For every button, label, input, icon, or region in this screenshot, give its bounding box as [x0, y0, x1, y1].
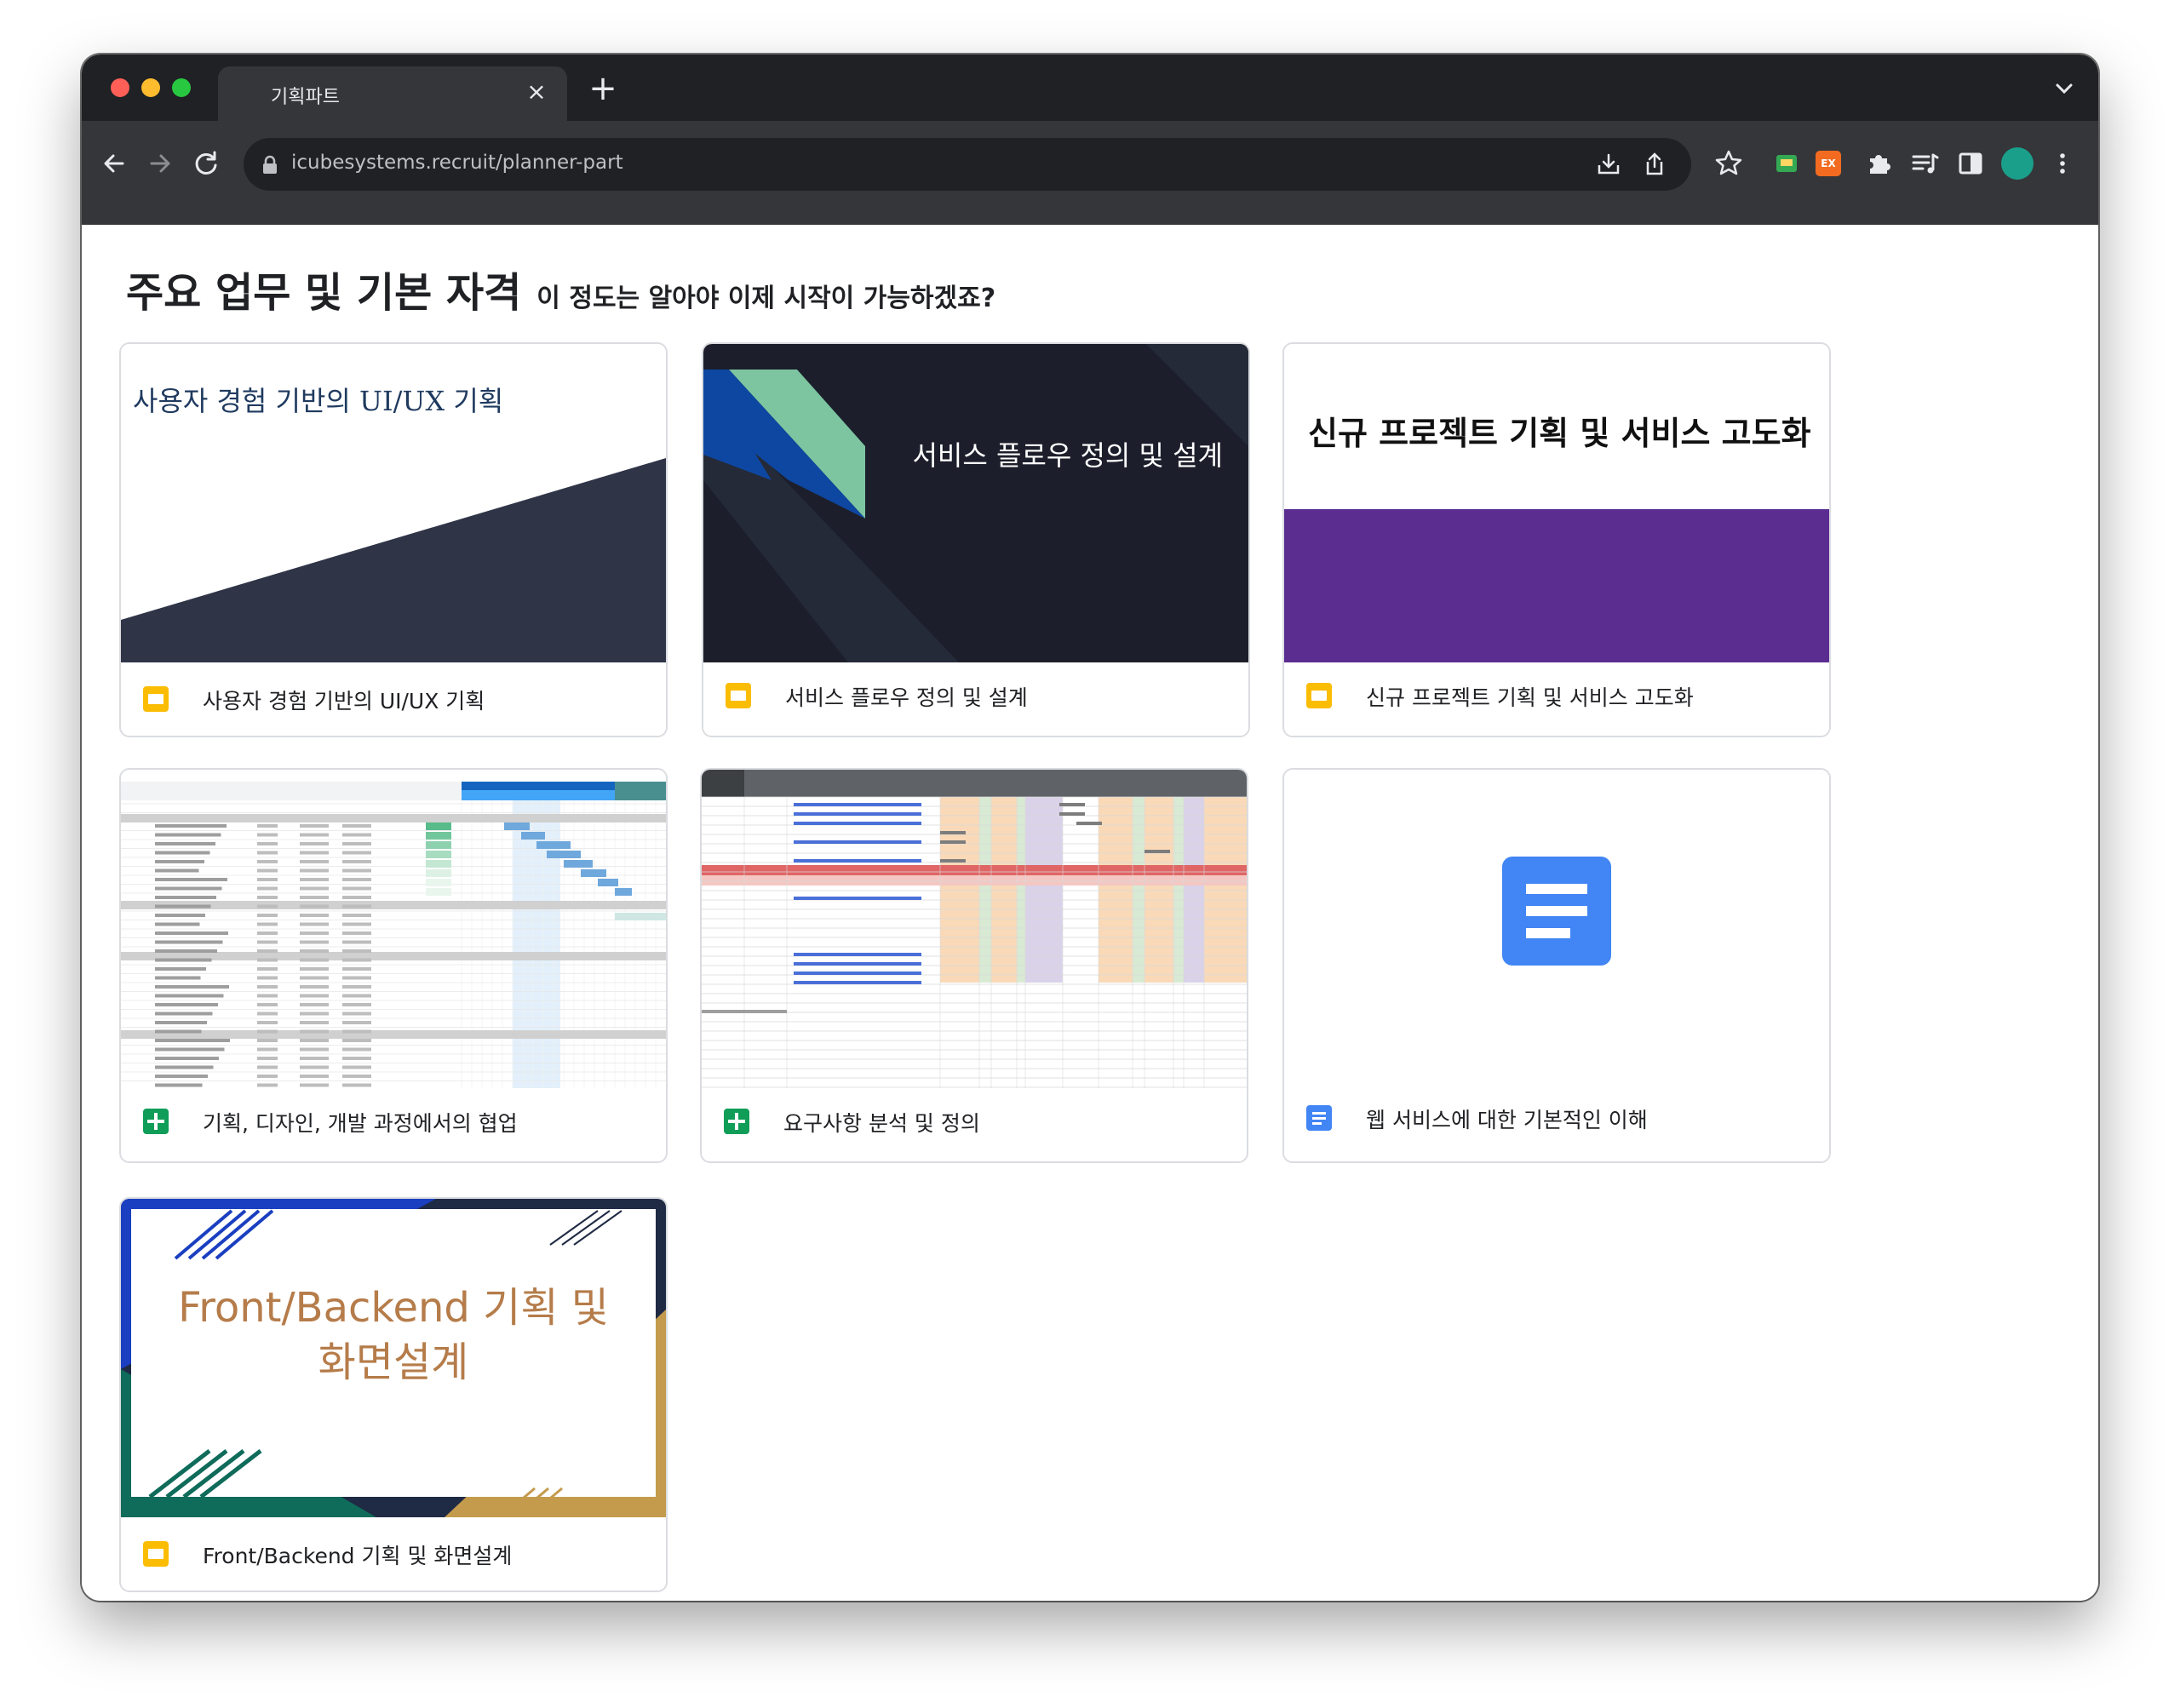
card-label: 웹 서비스에 대한 기본적인 이해: [1366, 1108, 1648, 1132]
sheet-thumbnail-graphic: [702, 770, 1247, 1088]
card-thumbnail: 신규 프로젝트 기획 및 서비스 고도화: [1284, 344, 1829, 662]
thumbnail-title: 신규 프로젝트 기획 및 서비스 고도화: [1308, 415, 1811, 452]
thumbnail-title: 서비스 플로우 정의 및 설계: [912, 439, 1223, 472]
card-new-project[interactable]: 신규 프로젝트 기획 및 서비스 고도화 신규 프로젝트 기획 및 서비스 고도…: [1282, 342, 1831, 737]
card-label: 사용자 경험 기반의 UI/UX 기획: [203, 689, 485, 714]
slide-thumbnail-graphic: [1284, 344, 1829, 662]
card-thumbnail: [1284, 770, 1829, 1088]
browser-window: 기획파트 × + icubesystems.recruit/planner-pa…: [82, 54, 2098, 1601]
more-menu-icon[interactable]: [2045, 146, 2080, 181]
sheets-icon: [724, 1109, 749, 1134]
side-panel-icon[interactable]: [1953, 146, 1988, 181]
slides-icon: [726, 683, 751, 708]
slides-icon: [143, 686, 169, 712]
share-icon[interactable]: [1640, 150, 1669, 179]
card-footer: 기획, 디자인, 개발 과정에서의 협업: [121, 1088, 666, 1161]
close-window-button[interactable]: [111, 78, 129, 97]
slides-icon: [1306, 683, 1332, 708]
maximize-window-button[interactable]: [172, 78, 191, 97]
card-footer: 서비스 플로우 정의 및 설계: [703, 662, 1248, 736]
tab-title: 기획파트: [271, 87, 340, 108]
docs-icon: [1306, 1105, 1332, 1131]
puzzle-extensions-icon[interactable]: [1862, 146, 1896, 181]
extension-ex-icon[interactable]: EX: [1816, 151, 1841, 176]
page-heading: 주요 업무 및 기본 자격 이 정도는 알아야 이제 시작이 가능하겠죠?: [126, 259, 995, 318]
card-thumbnail: [121, 770, 666, 1088]
slide-thumbnail-graphic: [703, 344, 1248, 662]
card-front-backend[interactable]: Front/Backend 기획 및 화면설계 Front/Backend 기획…: [119, 1197, 668, 1592]
tab-close-icon[interactable]: ×: [521, 77, 552, 107]
card-web-service[interactable]: 웹 서비스에 대한 기본적인 이해: [1282, 768, 1831, 1163]
thumbnail-title-line2: 화면설계: [318, 1338, 469, 1386]
page-content: 주요 업무 및 기본 자격 이 정도는 알아야 이제 시작이 가능하겠죠? 사용자…: [82, 225, 2098, 1601]
thumbnail-title-line1: Front/Backend 기획 및: [178, 1284, 609, 1332]
reload-icon[interactable]: [189, 146, 223, 181]
card-label: 요구사항 분석 및 정의: [783, 1111, 980, 1136]
thumbnail-title: Front/Backend 기획 및 화면설계: [121, 1281, 666, 1390]
card-label: 기획, 디자인, 개발 과정에서의 협업: [203, 1111, 518, 1136]
docs-large-icon: [1284, 770, 1829, 1088]
card-thumbnail: [702, 770, 1247, 1088]
back-arrow-icon[interactable]: [97, 146, 131, 181]
minimize-window-button[interactable]: [141, 78, 160, 97]
new-tab-button[interactable]: +: [584, 70, 622, 107]
lock-icon: [263, 155, 277, 174]
page-title: 주요 업무 및 기본 자격: [126, 269, 522, 317]
card-uiux-planning[interactable]: 사용자 경험 기반의 UI/UX 기획 사용자 경험 기반의 UI/UX 기획: [119, 342, 668, 737]
card-thumbnail: 서비스 플로우 정의 및 설계: [703, 344, 1248, 662]
bookmark-star-icon[interactable]: [1712, 146, 1746, 181]
address-bar[interactable]: icubesystems.recruit/planner-part: [244, 138, 1691, 191]
chevron-down-icon[interactable]: [2051, 75, 2078, 102]
card-service-flow[interactable]: 서비스 플로우 정의 및 설계 서비스 플로우 정의 및 설계: [702, 342, 1250, 737]
sheets-icon: [143, 1109, 169, 1134]
card-footer: 웹 서비스에 대한 기본적인 이해: [1284, 1088, 1829, 1161]
url-text: icubesystems.recruit/planner-part: [291, 152, 623, 174]
card-label: 신규 프로젝트 기획 및 서비스 고도화: [1366, 685, 1694, 710]
card-label: Front/Backend 기획 및 화면설계: [203, 1544, 513, 1568]
forward-arrow-icon[interactable]: [143, 146, 177, 181]
sheet-thumbnail-graphic: [121, 770, 666, 1088]
card-thumbnail: 사용자 경험 기반의 UI/UX 기획: [121, 344, 666, 662]
card-footer: Front/Backend 기획 및 화면설계: [121, 1517, 666, 1591]
card-thumbnail: Front/Backend 기획 및 화면설계: [121, 1199, 666, 1517]
page-subtitle: 이 정도는 알아야 이제 시작이 가능하겠죠?: [536, 284, 996, 313]
card-footer: 요구사항 분석 및 정의: [702, 1088, 1247, 1161]
card-requirements[interactable]: 요구사항 분석 및 정의: [700, 768, 1248, 1163]
tab-active[interactable]: 기획파트 ×: [218, 66, 567, 121]
slides-icon: [143, 1541, 169, 1567]
toolbar: icubesystems.recruit/planner-part EX: [82, 121, 2098, 225]
install-icon[interactable]: [1594, 150, 1623, 179]
thumbnail-title: 사용자 경험 기반의 UI/UX 기획: [133, 385, 504, 417]
card-footer: 사용자 경험 기반의 UI/UX 기획: [121, 662, 666, 736]
profile-avatar[interactable]: [2001, 147, 2034, 180]
reading-list-icon[interactable]: [1908, 146, 1942, 181]
tab-bar: 기획파트 × +: [82, 54, 2098, 121]
card-label: 서비스 플로우 정의 및 설계: [785, 685, 1028, 710]
card-collaboration[interactable]: 기획, 디자인, 개발 과정에서의 협업: [119, 768, 668, 1163]
extension-green-icon[interactable]: [1770, 146, 1804, 181]
card-footer: 신규 프로젝트 기획 및 서비스 고도화: [1284, 662, 1829, 736]
